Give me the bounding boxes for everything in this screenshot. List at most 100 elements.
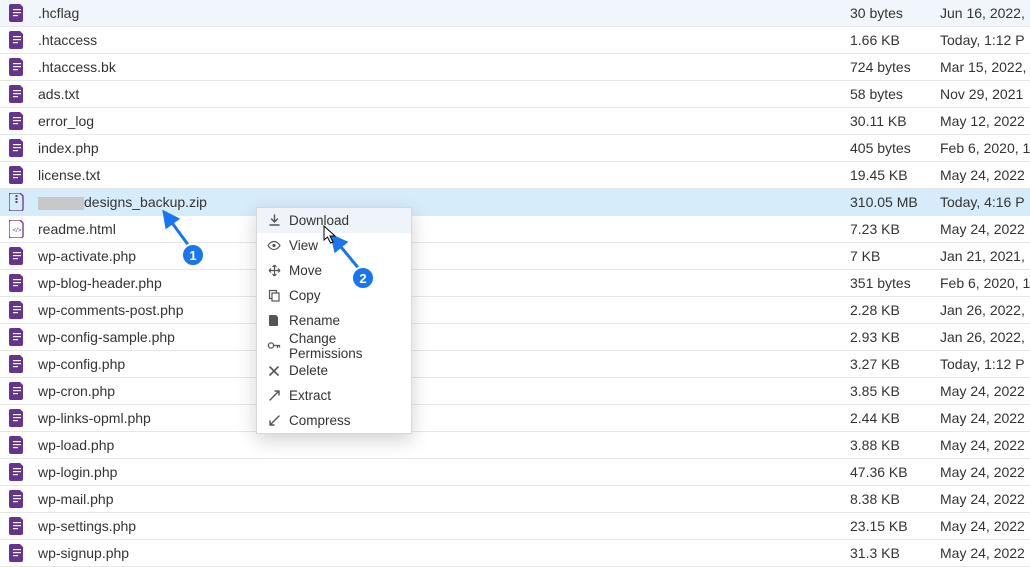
file-size: 3.27 KB bbox=[850, 356, 940, 372]
file-row[interactable]: wp-mail.php8.38 KBMay 24, 2022 bbox=[0, 486, 1030, 513]
file-row[interactable]: ads.txt58 bytesNov 29, 2021 bbox=[0, 81, 1030, 108]
file-name[interactable]: .htaccess.bk bbox=[34, 59, 850, 75]
file-row[interactable]: wp-config-sample.php2.93 KBJan 26, 2022, bbox=[0, 324, 1030, 351]
file-row[interactable]: wp-activate.php7 KBJan 21, 2021, bbox=[0, 243, 1030, 270]
context-menu-item-view[interactable]: View bbox=[257, 233, 411, 258]
file-row[interactable]: .hcflag30 bytesJun 16, 2022, bbox=[0, 0, 1030, 27]
file-row[interactable]: wp-load.php3.88 KBMay 24, 2022 bbox=[0, 432, 1030, 459]
copy-icon bbox=[267, 289, 281, 302]
file-size: 405 bytes bbox=[850, 140, 940, 156]
file-row[interactable]: wp-links-opml.php2.44 KBMay 24, 2022 bbox=[0, 405, 1030, 432]
file-size: 2.28 KB bbox=[850, 302, 940, 318]
file-type-icon bbox=[0, 436, 34, 454]
file-name-label: license.txt bbox=[38, 167, 100, 183]
file-date: May 24, 2022 bbox=[940, 437, 1030, 453]
context-menu-item-delete[interactable]: Delete bbox=[257, 358, 411, 383]
file-name[interactable]: wp-blog-header.php bbox=[34, 275, 850, 291]
file-type-icon: </> bbox=[0, 220, 34, 238]
file-row[interactable]: wp-cron.php3.85 KBMay 24, 2022 bbox=[0, 378, 1030, 405]
file-name[interactable]: wp-activate.php bbox=[34, 248, 850, 264]
file-name[interactable]: wp-links-opml.php bbox=[34, 410, 850, 426]
file-name-label: index.php bbox=[38, 140, 99, 156]
file-type-icon bbox=[0, 490, 34, 508]
file-date: May 24, 2022 bbox=[940, 491, 1030, 507]
file-name[interactable]: wp-login.php bbox=[34, 464, 850, 480]
context-menu-item-compress[interactable]: Compress bbox=[257, 408, 411, 433]
file-list: .hcflag30 bytesJun 16, 2022,.htaccess1.6… bbox=[0, 0, 1030, 567]
file-name[interactable]: wp-signup.php bbox=[34, 545, 850, 561]
file-size: 7 KB bbox=[850, 248, 940, 264]
context-menu-item-rename[interactable]: Rename bbox=[257, 308, 411, 333]
delete-icon bbox=[267, 365, 281, 377]
file-name[interactable]: designs_backup.zip bbox=[34, 194, 850, 210]
file-name[interactable]: wp-config-sample.php bbox=[34, 329, 850, 345]
file-name[interactable]: wp-config.php bbox=[34, 356, 850, 372]
download-icon bbox=[267, 214, 281, 227]
svg-text:</>: </> bbox=[13, 228, 22, 234]
file-type-icon bbox=[0, 247, 34, 265]
file-date: Jan 21, 2021, bbox=[940, 248, 1030, 264]
context-menu-item-change-permissions[interactable]: Change Permissions bbox=[257, 333, 411, 358]
context-menu-label: Rename bbox=[289, 313, 340, 328]
file-size: 58 bytes bbox=[850, 86, 940, 102]
file-name[interactable]: wp-settings.php bbox=[34, 518, 850, 534]
file-row[interactable]: wp-signup.php31.3 KBMay 24, 2022 bbox=[0, 540, 1030, 567]
file-name[interactable]: .hcflag bbox=[34, 5, 850, 21]
file-name[interactable]: wp-comments-post.php bbox=[34, 302, 850, 318]
file-name[interactable]: wp-load.php bbox=[34, 437, 850, 453]
callout-number: 2 bbox=[359, 271, 366, 286]
file-type-icon bbox=[0, 58, 34, 76]
file-name-label: wp-load.php bbox=[38, 437, 114, 453]
file-date: Jan 26, 2022, bbox=[940, 302, 1030, 318]
file-row[interactable]: designs_backup.zip310.05 MBToday, 4:16 P bbox=[0, 189, 1030, 216]
file-name-label: wp-config.php bbox=[38, 356, 125, 372]
file-name-label: designs_backup.zip bbox=[84, 194, 207, 210]
file-size: 23.15 KB bbox=[850, 518, 940, 534]
file-date: May 24, 2022 bbox=[940, 383, 1030, 399]
file-name[interactable]: .htaccess bbox=[34, 32, 850, 48]
callout-number: 1 bbox=[189, 248, 196, 263]
file-type-icon bbox=[0, 112, 34, 130]
file-name[interactable]: readme.html bbox=[34, 221, 850, 237]
rename-icon bbox=[267, 314, 281, 327]
file-size: 351 bytes bbox=[850, 275, 940, 291]
context-menu-label: Change Permissions bbox=[289, 331, 401, 361]
file-name[interactable]: license.txt bbox=[34, 167, 850, 183]
file-date: Jun 16, 2022, bbox=[940, 5, 1030, 21]
file-row[interactable]: .htaccess.bk724 bytesMar 15, 2022, bbox=[0, 54, 1030, 81]
file-size: 7.23 KB bbox=[850, 221, 940, 237]
file-name[interactable]: wp-mail.php bbox=[34, 491, 850, 507]
file-row[interactable]: .htaccess1.66 KBToday, 1:12 P bbox=[0, 27, 1030, 54]
file-date: Mar 15, 2022, bbox=[940, 59, 1030, 75]
context-menu-item-move[interactable]: Move bbox=[257, 258, 411, 283]
file-size: 3.85 KB bbox=[850, 383, 940, 399]
file-row[interactable]: wp-config.php3.27 KBToday, 1:12 P bbox=[0, 351, 1030, 378]
file-date: Jan 26, 2022, bbox=[940, 329, 1030, 345]
context-menu-label: Download bbox=[289, 213, 349, 228]
file-name-label: wp-mail.php bbox=[38, 491, 113, 507]
file-name-label: .htaccess bbox=[38, 32, 97, 48]
file-size: 47.36 KB bbox=[850, 464, 940, 480]
file-row[interactable]: wp-settings.php23.15 KBMay 24, 2022 bbox=[0, 513, 1030, 540]
file-name[interactable]: index.php bbox=[34, 140, 850, 156]
file-row[interactable]: wp-login.php47.36 KBMay 24, 2022 bbox=[0, 459, 1030, 486]
file-row[interactable]: wp-comments-post.php2.28 KBJan 26, 2022, bbox=[0, 297, 1030, 324]
file-row[interactable]: error_log30.11 KBMay 12, 2022 bbox=[0, 108, 1030, 135]
extract-icon bbox=[267, 389, 281, 402]
file-row[interactable]: license.txt19.45 KBMay 24, 2022 bbox=[0, 162, 1030, 189]
file-row[interactable]: index.php405 bytesFeb 6, 2020, 1 bbox=[0, 135, 1030, 162]
file-name[interactable]: ads.txt bbox=[34, 86, 850, 102]
file-size: 724 bytes bbox=[850, 59, 940, 75]
context-menu-item-copy[interactable]: Copy bbox=[257, 283, 411, 308]
file-name[interactable]: error_log bbox=[34, 113, 850, 129]
file-size: 31.3 KB bbox=[850, 545, 940, 561]
redacted-text bbox=[38, 197, 84, 210]
file-row[interactable]: wp-blog-header.php351 bytesFeb 6, 2020, … bbox=[0, 270, 1030, 297]
file-name[interactable]: wp-cron.php bbox=[34, 383, 850, 399]
file-type-icon bbox=[0, 4, 34, 22]
file-row[interactable]: </>readme.html7.23 KBMay 24, 2022 bbox=[0, 216, 1030, 243]
context-menu-item-download[interactable]: Download bbox=[257, 208, 411, 233]
context-menu-item-extract[interactable]: Extract bbox=[257, 383, 411, 408]
file-type-icon bbox=[0, 301, 34, 319]
file-name-label: readme.html bbox=[38, 221, 116, 237]
